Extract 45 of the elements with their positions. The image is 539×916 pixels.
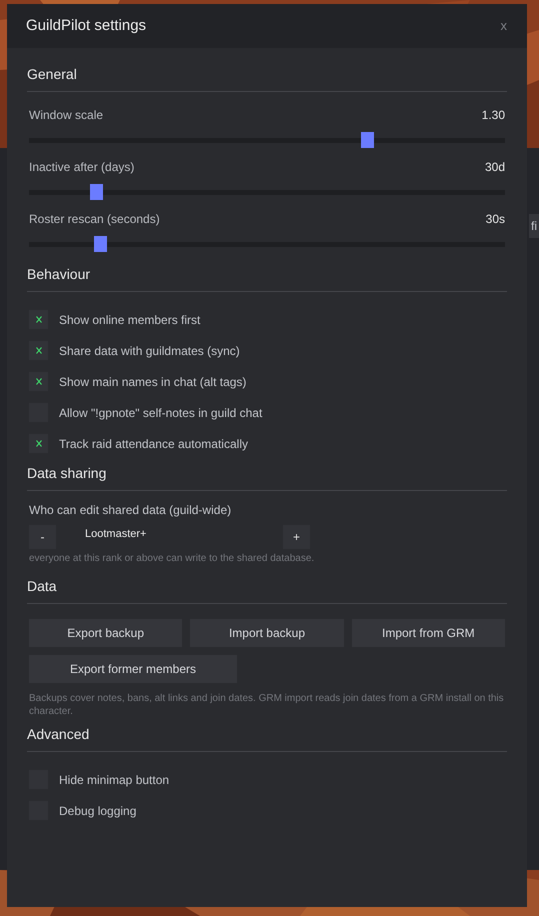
action-button[interactable]: Export former members <box>29 655 237 683</box>
increment-button[interactable]: + <box>283 525 310 549</box>
checkbox-label: Show main names in chat (alt tags) <box>59 374 246 390</box>
section-heading: Advanced <box>27 725 90 744</box>
rank-value: Lootmaster+ <box>85 527 148 542</box>
checkbox-label: Debug logging <box>59 802 136 820</box>
slider-label: Window scale <box>29 107 104 124</box>
slider-track[interactable] <box>29 236 505 252</box>
hint-text: everyone at this rank or above can write to the shared database. <box>29 552 316 566</box>
section-heading: Data sharing <box>27 464 108 483</box>
slider-track[interactable] <box>29 184 505 200</box>
section-heading: Behaviour <box>27 265 92 284</box>
slider-value: 1.30 <box>482 107 505 124</box>
slider-thumb[interactable] <box>94 236 108 252</box>
cross-icon <box>36 440 42 447</box>
checkbox[interactable] <box>29 341 48 360</box>
setting-label: Who can edit shared data (guild-wide) <box>29 502 232 519</box>
slider-label: Roster rescan (seconds) <box>29 211 160 228</box>
section-heading: Data <box>27 577 58 596</box>
checkbox-label: Allow "!gpnote" self-notes in guild chat <box>59 404 262 422</box>
slider-track[interactable] <box>29 132 505 148</box>
slider-value: 30s <box>486 211 505 228</box>
slider-label: Inactive after (days) <box>29 159 134 176</box>
action-button[interactable]: Import from GRM <box>352 619 505 647</box>
slider-thumb[interactable] <box>90 184 103 200</box>
cross-icon <box>36 316 42 323</box>
close-button[interactable]: x <box>500 16 507 36</box>
partial-button[interactable]: fi <box>529 214 539 238</box>
checkbox-label: Track raid attendance automatically <box>59 436 248 452</box>
slider-value: 30d <box>484 159 505 176</box>
checkbox[interactable] <box>29 434 48 453</box>
section-heading: General <box>27 65 78 84</box>
hint-text: Backups cover notes, bans, alt links and join dates. GRM import reads join dates from a GRM install on this character. <box>29 692 505 718</box>
action-button[interactable]: Import backup <box>190 619 344 647</box>
checkbox-label: Hide minimap button <box>59 772 170 788</box>
slider-thumb[interactable] <box>360 132 374 148</box>
checkbox[interactable] <box>29 310 48 329</box>
cross-icon <box>36 378 42 385</box>
checkbox[interactable] <box>29 372 48 391</box>
decrement-button[interactable]: - <box>29 525 56 549</box>
action-button[interactable]: Export backup <box>29 619 182 647</box>
checkbox-label: Show online members first <box>59 312 200 328</box>
checkbox-label: Share data with guildmates (sync) <box>59 342 240 360</box>
cross-icon <box>36 347 42 354</box>
window-title: GuildPilot settings <box>26 16 146 36</box>
